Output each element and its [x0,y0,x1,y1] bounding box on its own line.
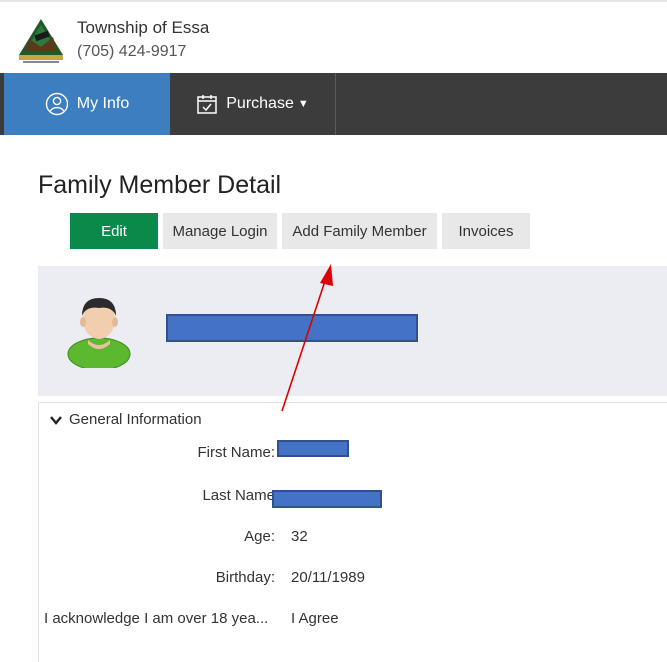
last-name-label: Last Name [202,487,275,504]
page-title: Family Member Detail [38,171,282,199]
nav-purchase-label: Purchase [226,95,294,112]
acknowledgement-label: I acknowledge I am over 18 yea... [44,610,269,627]
age-value: 32 [291,528,308,545]
chevron-down-icon [50,415,62,425]
edit-button[interactable]: Edit [70,213,158,249]
nav-my-info[interactable]: My Info [4,73,170,135]
nav-my-info-label: My Info [76,95,130,112]
organization-name: Township of Essa [77,18,210,37]
redacted-last-name [272,490,382,508]
section-title: General Information [69,411,202,428]
add-family-member-button[interactable]: Add Family Member [282,213,437,249]
user-circle-icon [45,92,68,116]
acknowledgement-value: I Agree [291,610,339,627]
age-label: Age: [244,528,275,545]
redacted-name [166,314,418,342]
birthday-value: 20/11/1989 [291,569,365,586]
avatar [67,298,131,368]
invoices-button[interactable]: Invoices [442,213,530,249]
birthday-label: Birthday: [215,569,275,586]
calendar-check-icon [197,95,217,114]
site-header: Township of Essa (705) 424-9917 [0,2,667,73]
general-information-toggle[interactable]: General Information [49,411,202,428]
general-information-section: General Information First Name: Last Nam… [38,402,667,662]
organization-phone: (705) 424-9917 [77,43,187,60]
profile-header [38,266,667,396]
manage-login-button[interactable]: Manage Login [163,213,277,249]
nav-purchase-dropdown[interactable]: Purchase ▼ [170,73,336,135]
main-nav: My Info Purchase ▼ [0,73,667,135]
redacted-first-name [277,440,349,457]
township-logo[interactable] [17,17,65,65]
first-name-label: First Name: [197,444,275,461]
caret-down-icon: ▼ [297,98,309,110]
